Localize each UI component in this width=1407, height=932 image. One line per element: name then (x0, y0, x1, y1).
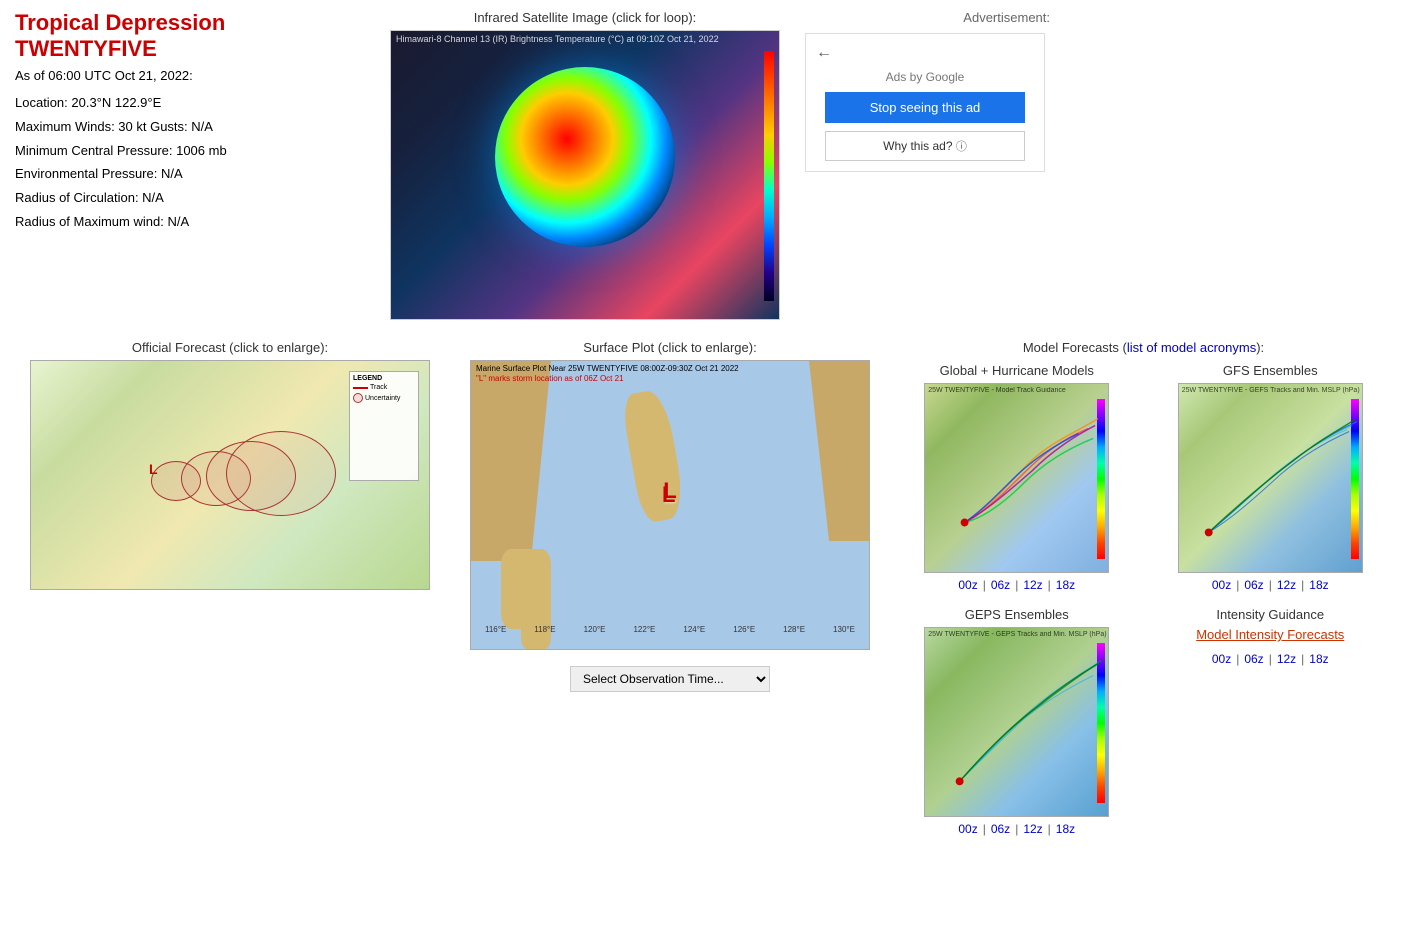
gefs-model-card: GFS Ensembles 25W TWENTYFIVE - GEFS Trac… (1149, 363, 1393, 592)
model-acronyms-link[interactable]: list of model acronyms (1127, 340, 1256, 355)
model-forecasts-section: Model Forecasts (list of model acronyms)… (895, 340, 1392, 836)
satellite-image[interactable] (390, 30, 780, 320)
gefs-12z-link[interactable]: 12z (1277, 578, 1296, 592)
intensity-model-links: 00z | 06z | 12z | 18z (1212, 652, 1329, 666)
global-model-links: 00z | 06z | 12z | 18z (958, 578, 1075, 592)
advertisement-section: Advertisement: ← Ads by Google Stop seei… (805, 10, 1055, 320)
global-06z-link[interactable]: 06z (991, 578, 1010, 592)
storm-winds: Maximum Winds: 30 kt Gusts: N/A (15, 117, 365, 138)
model-top-row: Global + Hurricane Models 25W TWENTYFIVE… (895, 363, 1392, 592)
advertisement-box: ← Ads by Google Stop seeing this ad Why … (805, 33, 1045, 172)
advertisement-label: Advertisement: (963, 10, 1055, 25)
model-forecasts-header: Model Forecasts (list of model acronyms)… (1023, 340, 1264, 355)
intensity-model-link[interactable]: Model Intensity Forecasts (1196, 627, 1344, 642)
geps-00z-link[interactable]: 00z (958, 822, 977, 836)
geps-model-title: GEPS Ensembles (965, 607, 1069, 622)
forecast-section: Official Forecast (click to enlarge): LE… (15, 340, 445, 836)
forecast-label: Official Forecast (click to enlarge): (132, 340, 328, 355)
satellite-colorbar (764, 51, 774, 301)
satellite-label: Infrared Satellite Image (click for loop… (474, 10, 697, 25)
satellite-section: Infrared Satellite Image (click for loop… (375, 10, 795, 320)
storm-radius-circulation: Radius of Circulation: N/A (15, 188, 365, 209)
why-this-ad-label: Why this ad? (883, 139, 952, 153)
geps-12z-link[interactable]: 12z (1023, 822, 1042, 836)
gefs-06z-link[interactable]: 06z (1244, 578, 1263, 592)
geps-18z-link[interactable]: 18z (1056, 822, 1075, 836)
ad-back-arrow-icon[interactable]: ← (816, 44, 832, 62)
why-this-ad-button[interactable]: Why this ad? ⓘ (825, 131, 1025, 161)
gefs-00z-link[interactable]: 00z (1212, 578, 1231, 592)
storm-details: Location: 20.3°N 122.9°E Maximum Winds: … (15, 93, 365, 233)
stop-seeing-ad-button[interactable]: Stop seeing this ad (825, 92, 1025, 123)
storm-location: Location: 20.3°N 122.9°E (15, 93, 365, 114)
gefs-model-title: GFS Ensembles (1223, 363, 1318, 378)
forecast-image[interactable]: LEGEND Track Uncertainty L (30, 360, 430, 590)
surface-image[interactable]: L Marine Surface Plot Near 25W TWENTYFIV… (470, 360, 870, 650)
gefs-model-links: 00z | 06z | 12z | 18z (1212, 578, 1329, 592)
intensity-06z-link[interactable]: 06z (1244, 652, 1263, 666)
geps-model-card: GEPS Ensembles 25W TWENTYFIVE - GEPS Tra… (895, 607, 1139, 836)
model-bottom-row: GEPS Ensembles 25W TWENTYFIVE - GEPS Tra… (895, 607, 1392, 836)
intensity-title: Intensity Guidance (1216, 607, 1324, 622)
surface-section: Surface Plot (click to enlarge): L Marin… (455, 340, 885, 836)
ads-by-google-label: Ads by Google (886, 70, 965, 84)
intensity-00z-link[interactable]: 00z (1212, 652, 1231, 666)
storm-env-pressure: Environmental Pressure: N/A (15, 164, 365, 185)
storm-pressure: Minimum Central Pressure: 1006 mb (15, 141, 365, 162)
geps-06z-link[interactable]: 06z (991, 822, 1010, 836)
storm-info-panel: Tropical Depression TWENTYFIVE As of 06:… (15, 10, 365, 320)
global-12z-link[interactable]: 12z (1023, 578, 1042, 592)
global-model-title: Global + Hurricane Models (940, 363, 1094, 378)
geps-model-links: 00z | 06z | 12z | 18z (958, 822, 1075, 836)
surface-label: Surface Plot (click to enlarge): (583, 340, 756, 355)
info-icon: ⓘ (956, 141, 967, 153)
gefs-18z-link[interactable]: 18z (1309, 578, 1328, 592)
intensity-12z-link[interactable]: 12z (1277, 652, 1296, 666)
gefs-model-image[interactable]: 25W TWENTYFIVE - GEFS Tracks and Min. MS… (1178, 383, 1363, 573)
intensity-section: Intensity Guidance Model Intensity Forec… (1149, 607, 1393, 836)
geps-model-image[interactable]: 25W TWENTYFIVE - GEPS Tracks and Min. MS… (924, 627, 1109, 817)
storm-title: Tropical Depression TWENTYFIVE (15, 10, 365, 62)
intensity-18z-link[interactable]: 18z (1309, 652, 1328, 666)
storm-radius-max-wind: Radius of Maximum wind: N/A (15, 212, 365, 233)
global-model-card: Global + Hurricane Models 25W TWENTYFIVE… (895, 363, 1139, 592)
storm-date: As of 06:00 UTC Oct 21, 2022: (15, 68, 365, 83)
global-model-image[interactable]: 25W TWENTYFIVE - Model Track Guidance (924, 383, 1109, 573)
global-00z-link[interactable]: 00z (958, 578, 977, 592)
observation-time-select[interactable]: Select Observation Time... 08:00Z 09:00Z… (570, 666, 770, 692)
global-18z-link[interactable]: 18z (1056, 578, 1075, 592)
